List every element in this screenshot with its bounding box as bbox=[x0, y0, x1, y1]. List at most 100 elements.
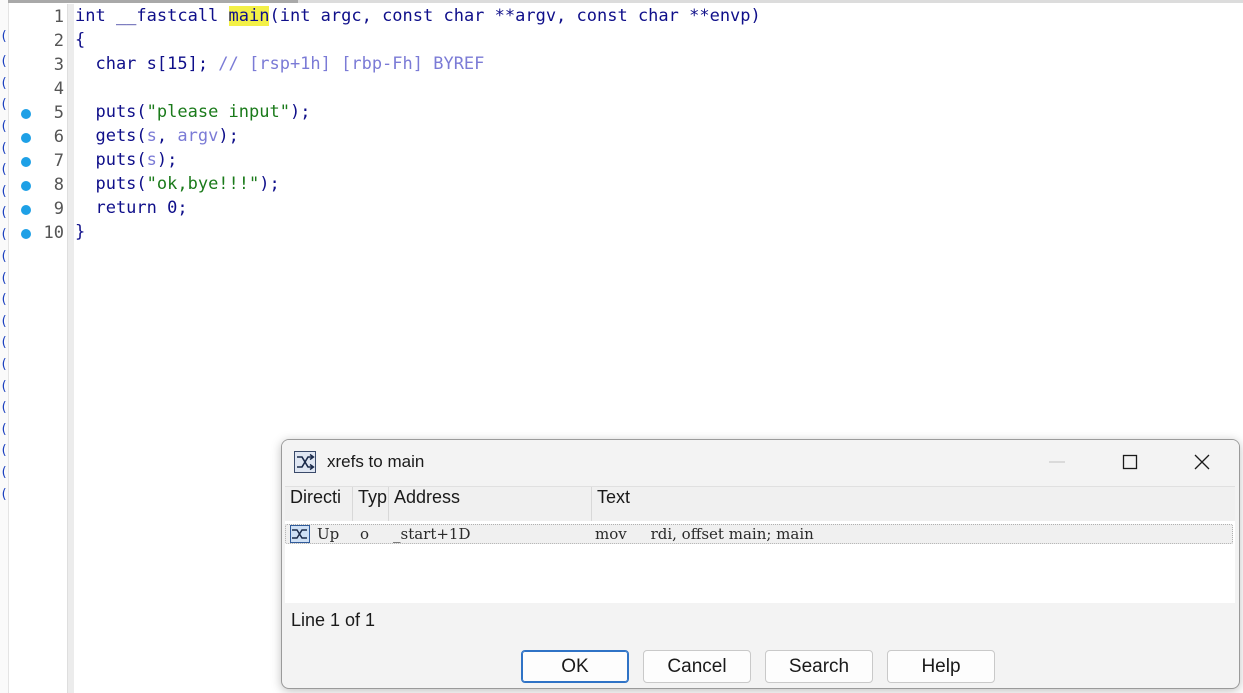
status-text: Line 1 of 1 bbox=[291, 610, 376, 630]
xref-icon bbox=[294, 451, 316, 473]
row-text: mov rdi, offset main; main bbox=[595, 525, 814, 543]
code-line[interactable]: { bbox=[75, 28, 85, 52]
clipped-glyph: ( bbox=[0, 271, 8, 286]
breakpoint-dot-icon[interactable] bbox=[21, 157, 31, 167]
dialog-title-bar[interactable]: xrefs to main bbox=[282, 440, 1239, 484]
code-token: , bbox=[156, 126, 178, 146]
breakpoint-dot-icon[interactable] bbox=[21, 109, 31, 119]
xrefs-list[interactable]: Directi Typ Address Text Up o _start+1D … bbox=[285, 486, 1235, 603]
clipped-glyph: ( bbox=[0, 292, 8, 307]
code-line[interactable]: char s[15]; // [rsp+1h] [rbp-Fh] BYREF bbox=[75, 52, 484, 76]
line-number: 8 bbox=[53, 175, 64, 195]
code-token: (int argc, const char **argv, const char… bbox=[269, 6, 761, 26]
column-header-text[interactable]: Text bbox=[592, 487, 1235, 521]
code-token: s bbox=[146, 126, 157, 146]
clipped-glyph: ( bbox=[0, 29, 8, 44]
line-number: 7 bbox=[53, 151, 64, 171]
code-line[interactable]: } bbox=[75, 220, 85, 244]
breakpoint-dot-icon[interactable] bbox=[21, 133, 31, 143]
code-line[interactable]: int __fastcall main(int argc, const char… bbox=[75, 4, 761, 28]
ok-button[interactable]: OK bbox=[521, 650, 629, 683]
code-token: // [rsp+1h] [rbp-Fh] BYREF bbox=[218, 54, 485, 74]
gutter-row[interactable]: 8 bbox=[9, 172, 68, 196]
minimize-icon bbox=[1049, 461, 1065, 463]
code-token: } bbox=[75, 222, 86, 242]
clipped-glyph: ( bbox=[0, 184, 8, 199]
code-token: { bbox=[75, 30, 86, 50]
code-line[interactable]: puts(s); bbox=[75, 148, 177, 172]
xrefs-dialog: xrefs to main Directi Typ Address Text U… bbox=[281, 439, 1240, 689]
code-token: puts( bbox=[75, 102, 147, 122]
clipped-glyph: ( bbox=[0, 465, 8, 480]
breakpoint-dot-icon[interactable] bbox=[21, 229, 31, 239]
clipped-glyph: ( bbox=[0, 119, 8, 134]
gutter-row[interactable]: 2 bbox=[9, 28, 68, 52]
code-token: int __fastcall bbox=[75, 6, 229, 26]
active-tab-indicator bbox=[8, 0, 298, 3]
code-token: return 0; bbox=[75, 198, 188, 218]
gutter-row[interactable]: 4 bbox=[9, 76, 68, 100]
cancel-button[interactable]: Cancel bbox=[643, 650, 751, 683]
gutter-row[interactable]: 9 bbox=[9, 196, 68, 220]
gutter-row[interactable]: 7 bbox=[9, 148, 68, 172]
clipped-glyph: ( bbox=[0, 487, 8, 502]
column-header-type[interactable]: Typ bbox=[353, 487, 389, 521]
gutter-row[interactable]: 3 bbox=[9, 52, 68, 76]
table-row[interactable]: Up o _start+1D mov rdi, offset main; mai… bbox=[285, 524, 1233, 544]
clipped-glyph: ( bbox=[0, 76, 8, 91]
line-number: 6 bbox=[53, 127, 64, 147]
gutter-separator bbox=[67, 4, 74, 693]
row-type: o bbox=[360, 525, 370, 543]
search-button[interactable]: Search bbox=[765, 650, 873, 683]
code-token: puts( bbox=[75, 150, 147, 170]
breakpoint-dot-icon[interactable] bbox=[21, 205, 31, 215]
line-number: 2 bbox=[53, 31, 64, 51]
code-token: ); bbox=[259, 174, 280, 194]
code-token: ); bbox=[218, 126, 239, 146]
column-header-address[interactable]: Address bbox=[389, 487, 592, 521]
line-number: 1 bbox=[53, 7, 64, 27]
clipped-glyph: ( bbox=[0, 314, 8, 329]
clipped-glyph: ( bbox=[0, 249, 8, 264]
line-number: 10 bbox=[43, 223, 64, 243]
code-token: main bbox=[228, 6, 270, 26]
tab-strip bbox=[8, 0, 1243, 3]
clipped-glyph: ( bbox=[0, 162, 8, 177]
column-header-direction[interactable]: Directi bbox=[285, 487, 353, 521]
row-address: _start+1D bbox=[393, 525, 471, 543]
code-line[interactable]: puts("please input"); bbox=[75, 100, 310, 124]
code-token: argv bbox=[177, 126, 219, 146]
help-button[interactable]: Help bbox=[887, 650, 995, 683]
gutter-row[interactable]: 10 bbox=[9, 220, 68, 244]
line-number: 4 bbox=[53, 79, 64, 99]
line-number: 5 bbox=[53, 103, 64, 123]
code-token: ); bbox=[289, 102, 311, 122]
breakpoint-dot-icon[interactable] bbox=[21, 181, 31, 191]
list-header: Directi Typ Address Text bbox=[285, 487, 1235, 521]
line-number: 3 bbox=[53, 55, 64, 75]
maximize-button[interactable] bbox=[1095, 440, 1165, 484]
code-line[interactable]: gets(s, argv); bbox=[75, 124, 239, 148]
minimize-button[interactable] bbox=[1022, 440, 1092, 484]
line-number-gutter: 1 2 3 4 5 6 7 8 9 10 bbox=[9, 4, 68, 693]
clipped-glyph: ( bbox=[0, 227, 8, 242]
clipped-glyph: ( bbox=[0, 335, 8, 350]
code-token: "ok,bye!!!" bbox=[146, 174, 260, 194]
row-direction: Up bbox=[317, 525, 340, 543]
line-number: 9 bbox=[53, 199, 64, 219]
code-token: puts( bbox=[75, 174, 147, 194]
clipped-glyph: ( bbox=[0, 443, 8, 458]
adjacent-pane-edge: (((((((((((((((((((((( bbox=[0, 0, 9, 693]
maximize-icon bbox=[1122, 454, 1138, 470]
gutter-row[interactable]: 6 bbox=[9, 124, 68, 148]
clipped-glyph: ( bbox=[0, 422, 8, 437]
code-token: ); bbox=[156, 150, 178, 170]
gutter-row[interactable]: 1 bbox=[9, 4, 68, 28]
code-line[interactable]: puts("ok,bye!!!"); bbox=[75, 172, 280, 196]
code-line[interactable]: return 0; bbox=[75, 196, 188, 220]
close-icon bbox=[1194, 454, 1210, 470]
gutter-row[interactable]: 5 bbox=[9, 100, 68, 124]
xref-icon bbox=[290, 525, 310, 543]
clipped-glyph: ( bbox=[0, 357, 8, 372]
close-button[interactable] bbox=[1167, 440, 1237, 484]
